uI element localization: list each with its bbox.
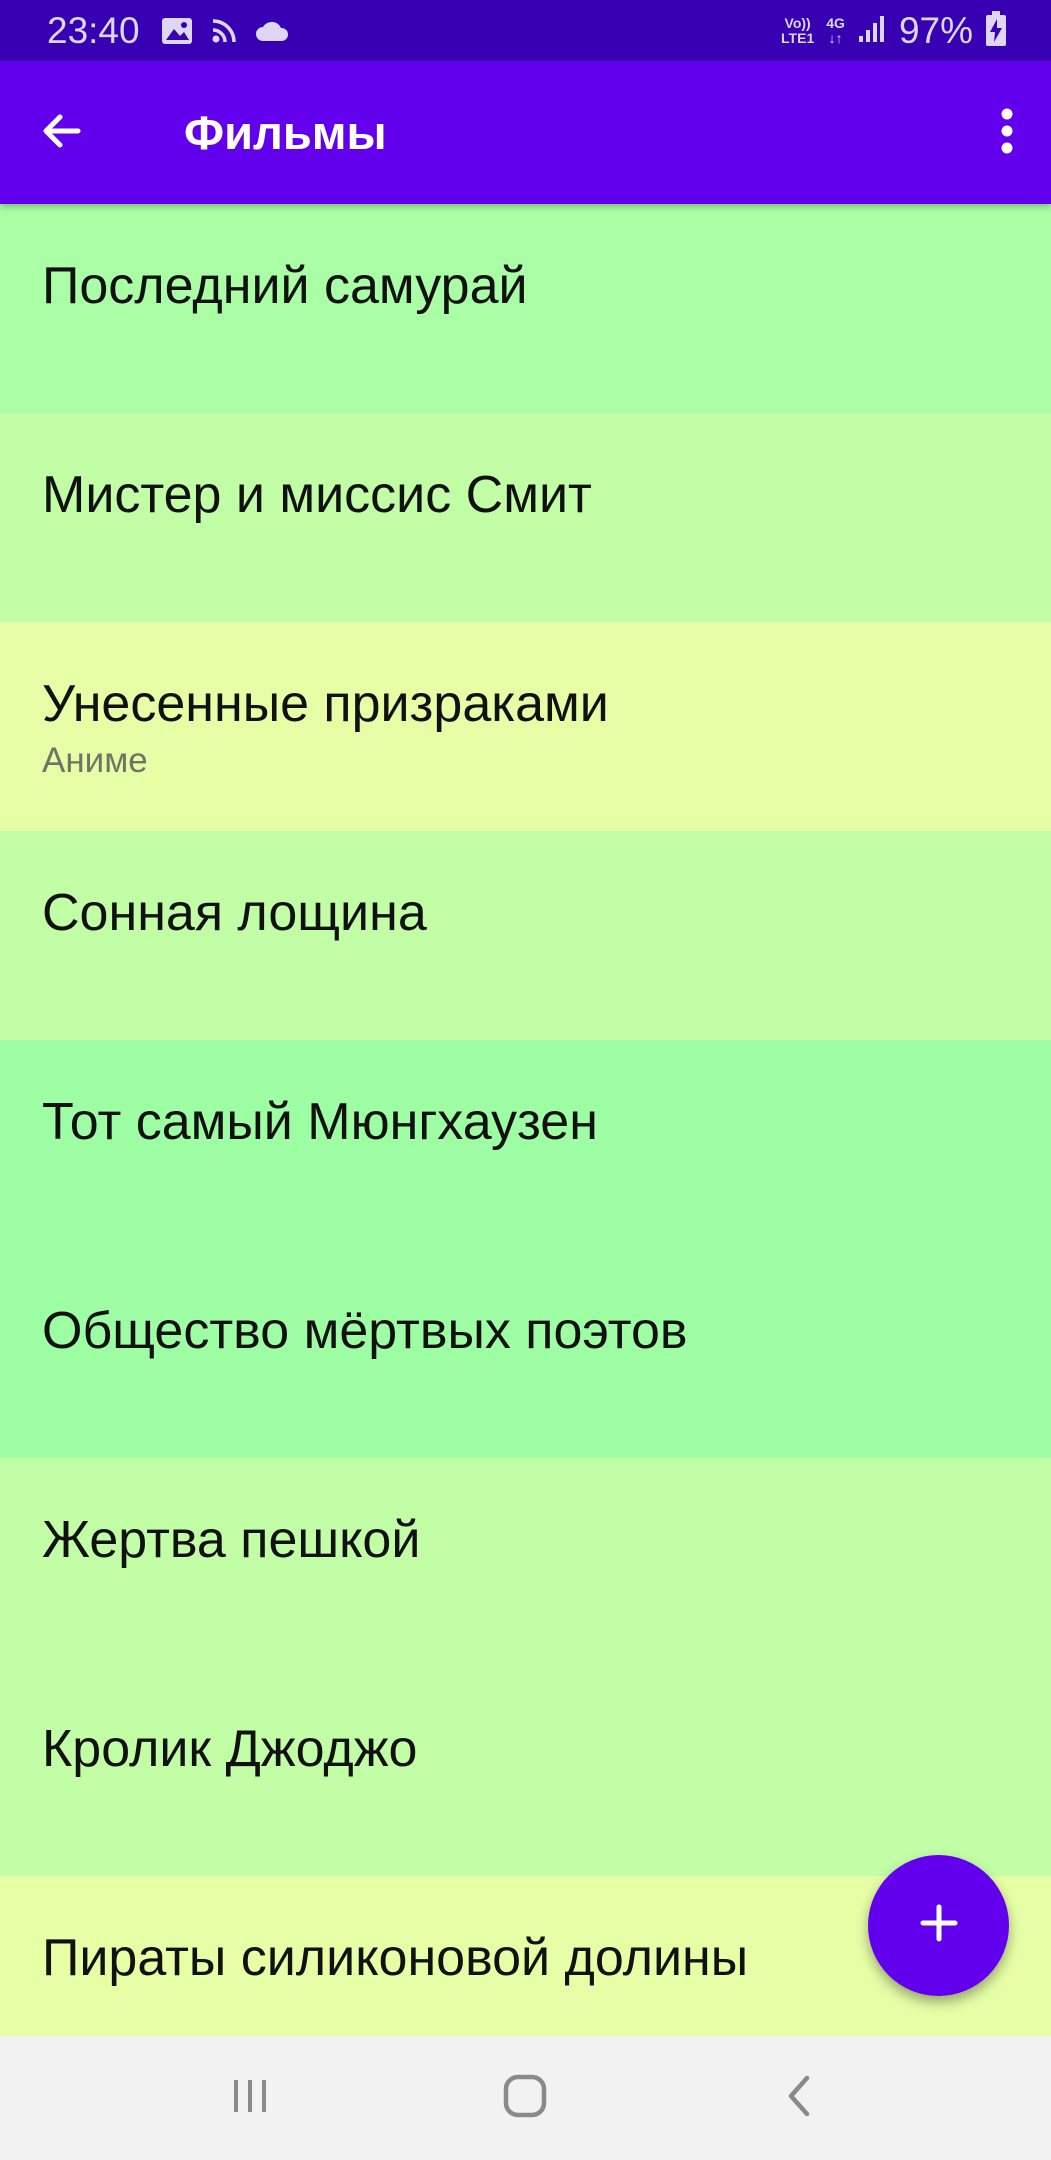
movie-list-item[interactable]: Общество мёртвых поэтов: [0, 1249, 1051, 1458]
volte-bottom-label: LTE1: [781, 30, 815, 46]
movie-title: Пираты силиконовой долины: [42, 1929, 749, 1987]
volte-top-label: Vo)): [784, 15, 811, 31]
recent-apps-icon: [228, 2076, 272, 2121]
battery-percent: 97%: [898, 10, 973, 51]
battery-charging-icon: [985, 10, 1007, 52]
movie-list-item[interactable]: Унесенные призраками Аниме: [0, 622, 1051, 831]
status-bar: 23:40 Vo)) LTE1 4G ↓↑ 97%: [0, 0, 1051, 61]
network-activity-label: ↓↑: [828, 30, 843, 46]
back-button[interactable]: [28, 99, 96, 167]
movie-list-item[interactable]: Тот самый Мюнгхаузен: [0, 1040, 1051, 1249]
add-icon: [917, 1901, 961, 1950]
cast-icon: [210, 17, 238, 45]
movie-title: Мистер и миссис Смит: [42, 466, 592, 524]
movie-list[interactable]: Последний самурай Мистер и миссис Смит Уне…: [0, 204, 1051, 2036]
movie-genre: Аниме: [42, 741, 148, 780]
system-navigation-bar: [0, 2036, 1051, 2160]
add-movie-button[interactable]: [868, 1855, 1009, 1996]
movie-title: Кролик Джоджо: [42, 1720, 418, 1778]
home-icon: [502, 2073, 548, 2124]
status-time: 23:40: [47, 10, 140, 51]
arrow-back-icon: [38, 107, 86, 160]
app-bar: Фильмы: [0, 61, 1051, 204]
gallery-icon: [160, 16, 194, 46]
status-system-icons: Vo)) LTE1 4G ↓↑ 97%: [781, 8, 1007, 54]
network-indicator: 4G ↓↑: [826, 16, 845, 46]
movie-title: Унесенные призраками: [42, 675, 609, 733]
movie-list-item[interactable]: Сонная лощина: [0, 831, 1051, 1040]
movie-list-item[interactable]: Жертва пешкой: [0, 1458, 1051, 1667]
cloud-icon: [254, 19, 290, 43]
volte-indicator: Vo)) LTE1: [781, 16, 814, 46]
recent-apps-button[interactable]: [210, 2064, 290, 2132]
movie-list-item[interactable]: Последний самурай: [0, 204, 1051, 413]
system-back-button[interactable]: [758, 2064, 838, 2132]
signal-icon: [857, 14, 887, 49]
movie-title: Жертва пешкой: [42, 1511, 421, 1569]
movie-list-item[interactable]: Мистер и миссис Смит: [0, 413, 1051, 622]
movie-title: Последний самурай: [42, 257, 528, 315]
home-button[interactable]: [485, 2064, 565, 2132]
overflow-menu-button[interactable]: [977, 99, 1037, 167]
page-title: Фильмы: [184, 106, 387, 159]
movie-title: Тот самый Мюнгхаузен: [42, 1093, 598, 1151]
more-vert-icon: [1000, 108, 1014, 159]
network-type-label: 4G: [826, 15, 845, 31]
movie-title: Сонная лощина: [42, 884, 427, 942]
movie-title: Общество мёртвых поэтов: [42, 1302, 688, 1360]
movie-list-item[interactable]: Кролик Джоджо: [0, 1667, 1051, 1876]
status-notification-icons: [160, 14, 290, 48]
back-icon: [783, 2074, 813, 2123]
